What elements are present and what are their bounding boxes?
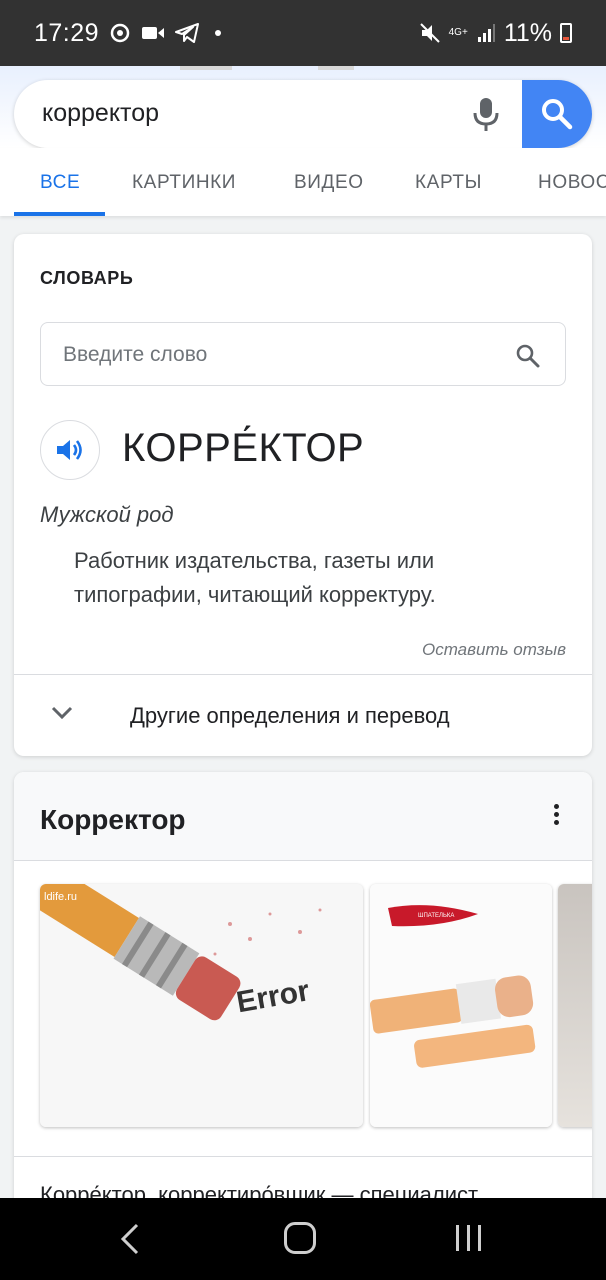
- active-tab-indicator: [14, 212, 105, 216]
- more-definitions-label: Другие определения и перевод: [130, 703, 450, 728]
- dictionary-word: КОРРЕ́КТОР: [122, 426, 365, 470]
- divider: [318, 66, 354, 70]
- back-icon[interactable]: [118, 1222, 142, 1256]
- video-icon: [142, 27, 165, 39]
- speaker-icon: [57, 440, 82, 460]
- image-watermark: ldife.ru: [44, 891, 77, 903]
- mute-icon: [419, 23, 440, 43]
- home-icon[interactable]: [284, 1222, 316, 1254]
- network-type: 4G+: [448, 27, 468, 38]
- feedback-link[interactable]: Оставить отзыв: [422, 640, 566, 660]
- status-time: 17:29: [34, 18, 100, 47]
- dictionary-title: СЛОВАРЬ: [40, 268, 134, 288]
- tab-maps[interactable]: КАРТЫ: [415, 172, 482, 194]
- mic-icon[interactable]: [466, 94, 506, 134]
- search-button[interactable]: [522, 80, 592, 148]
- status-bar: 17:29 4G+ 11%: [0, 0, 606, 66]
- signal-icon: [477, 24, 495, 42]
- search-header: корректор: [0, 66, 606, 148]
- part-of-speech: Мужской род: [40, 502, 174, 527]
- battery-percent: 11%: [503, 18, 552, 47]
- knowledge-header: Корректор: [14, 772, 592, 860]
- knowledge-card: Корректор Error ldife.ru ШПАТЕЛЬКА Корре…: [14, 772, 592, 1222]
- divider: [14, 860, 592, 861]
- definition-text: Работник издательства, газеты или типогр…: [74, 548, 436, 607]
- notification-icons: [109, 22, 222, 44]
- more-options-icon[interactable]: [552, 804, 560, 828]
- image-thumbnail[interactable]: ШПАТЕЛЬКА: [370, 884, 552, 1127]
- divider: [14, 1156, 592, 1157]
- tab-images[interactable]: КАРТИНКИ: [132, 172, 236, 194]
- tab-all[interactable]: ВСЕ: [40, 172, 80, 194]
- search-icon[interactable]: [515, 343, 541, 369]
- dictionary-input-placeholder: Введите слово: [63, 343, 208, 366]
- search-tabs: ВСЕ КАРТИНКИ ВИДЕО КАРТЫ НОВОС: [0, 148, 606, 216]
- more-definitions-row[interactable]: Другие определения и перевод: [14, 674, 592, 756]
- dot-icon: [215, 30, 222, 36]
- sync-icon: [110, 23, 130, 43]
- pencil-eraser-image: Error ldife.ru: [40, 884, 363, 1127]
- system-navigation-bar: [0, 1198, 606, 1280]
- search-icon: [542, 99, 573, 130]
- image-thumbnail[interactable]: [558, 884, 592, 1127]
- knowledge-title: Корректор: [40, 804, 186, 835]
- image-thumbnail[interactable]: Error ldife.ru: [40, 884, 363, 1127]
- image-logo-text: ШПАТЕЛЬКА: [418, 913, 454, 919]
- search-bar[interactable]: корректор: [14, 80, 592, 148]
- divider: [180, 66, 232, 70]
- concealer-stick-image: ШПАТЕЛЬКА: [370, 884, 552, 1127]
- battery-icon: [560, 23, 572, 43]
- chevron-down-icon: [51, 706, 73, 720]
- pronunciation-button[interactable]: [40, 420, 100, 480]
- telegram-icon: [175, 23, 200, 43]
- recent-apps-icon[interactable]: [456, 1225, 481, 1251]
- tab-news[interactable]: НОВОС: [538, 172, 606, 194]
- dictionary-search-field[interactable]: Введите слово: [40, 322, 566, 386]
- search-input[interactable]: корректор: [42, 99, 159, 128]
- tab-video[interactable]: ВИДЕО: [294, 172, 364, 194]
- dictionary-card: СЛОВАРЬ Введите слово КОРРЕ́КТОР Мужской…: [14, 234, 592, 756]
